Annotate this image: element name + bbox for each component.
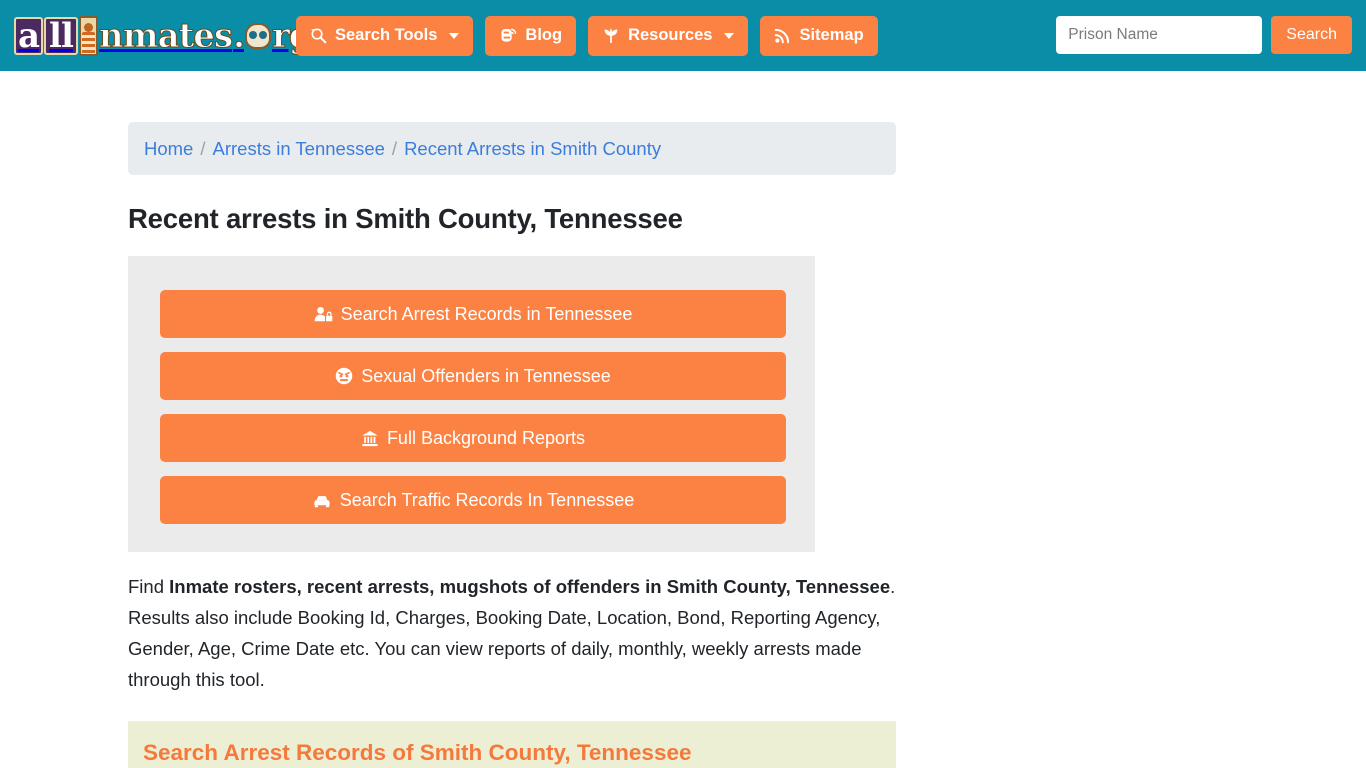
search-icon <box>310 27 327 44</box>
logo-dot: . <box>233 15 246 56</box>
logo-letters-nmates: nmates <box>98 15 233 56</box>
skull-icon <box>244 22 271 49</box>
main-navigation: Search Tools Blog Resources Sitemap <box>296 15 878 56</box>
sexual-offenders-label: Sexual Offenders in Tennessee <box>361 366 611 386</box>
landmark-icon <box>361 430 379 447</box>
car-icon <box>312 492 332 509</box>
logo-letters-ll: ll <box>44 16 78 55</box>
intro-lead: Find <box>128 576 170 597</box>
seedling-icon <box>602 27 620 44</box>
blogger-icon <box>499 27 517 44</box>
site-logo[interactable]: a ll nmates. rg <box>14 13 313 59</box>
nav-blog-button[interactable]: Blog <box>485 15 577 56</box>
chevron-down-icon <box>449 32 460 39</box>
logo-wordmark: a ll nmates. rg <box>14 15 313 56</box>
breadcrumb-item-recent-arrests-in-smith-county[interactable]: Recent Arrests in Smith County <box>404 138 661 160</box>
breadcrumb-separator: / <box>391 137 398 159</box>
angry-face-icon <box>335 367 353 385</box>
search-submit-button[interactable]: Search <box>1271 16 1352 54</box>
content-column: Home / Arrests in Tennessee / Recent Arr… <box>128 71 896 768</box>
breadcrumb: Home / Arrests in Tennessee / Recent Arr… <box>128 122 896 175</box>
section-heading: Search Arrest Records of Smith County, T… <box>143 739 692 765</box>
nav-search-tools-label: Search Tools <box>335 26 438 44</box>
search-input[interactable] <box>1056 16 1263 54</box>
full-background-reports-button[interactable]: Full Background Reports <box>160 414 786 462</box>
page-title: Recent arrests in Smith County, Tennesse… <box>128 203 683 234</box>
chevron-down-icon <box>724 32 735 39</box>
nav-sitemap-button[interactable]: Sitemap <box>760 15 878 56</box>
header-search-form: Search <box>1056 16 1352 54</box>
intro-paragraph: Find Inmate rosters, recent arrests, mug… <box>128 571 896 695</box>
action-buttons-panel: Search Arrest Records in Tennessee Sexua… <box>128 256 815 552</box>
sexual-offenders-button[interactable]: Sexual Offenders in Tennessee <box>160 352 786 400</box>
site-header: a ll nmates. rg Search Tools Blog Resour… <box>0 0 1366 71</box>
prisoner-icon <box>78 15 98 56</box>
search-arrest-records-label: Search Arrest Records in Tennessee <box>340 304 633 324</box>
nav-resources-button[interactable]: Resources <box>588 15 749 56</box>
search-arrest-records-button[interactable]: Search Arrest Records in Tennessee <box>160 290 786 338</box>
breadcrumb-item-home[interactable]: Home <box>144 138 193 160</box>
nav-search-tools-button[interactable]: Search Tools <box>296 15 474 56</box>
nav-sitemap-label: Sitemap <box>799 26 864 44</box>
search-traffic-records-label: Search Traffic Records In Tennessee <box>339 490 635 510</box>
rss-icon <box>774 27 791 44</box>
search-arrest-records-section: Search Arrest Records of Smith County, T… <box>128 721 896 768</box>
breadcrumb-separator: / <box>200 137 206 159</box>
nav-blog-label: Blog <box>525 26 563 44</box>
search-traffic-records-button[interactable]: Search Traffic Records In Tennessee <box>160 476 786 524</box>
nav-resources-label: Resources <box>628 26 713 44</box>
breadcrumb-item-arrests-in-tennessee[interactable]: Arrests in Tennessee <box>213 138 385 160</box>
intro-bold: Inmate rosters, recent arrests, mugshots… <box>169 576 891 597</box>
logo-letter-a: a <box>14 16 44 55</box>
user-lock-icon <box>314 306 333 323</box>
full-background-reports-label: Full Background Reports <box>386 428 586 448</box>
